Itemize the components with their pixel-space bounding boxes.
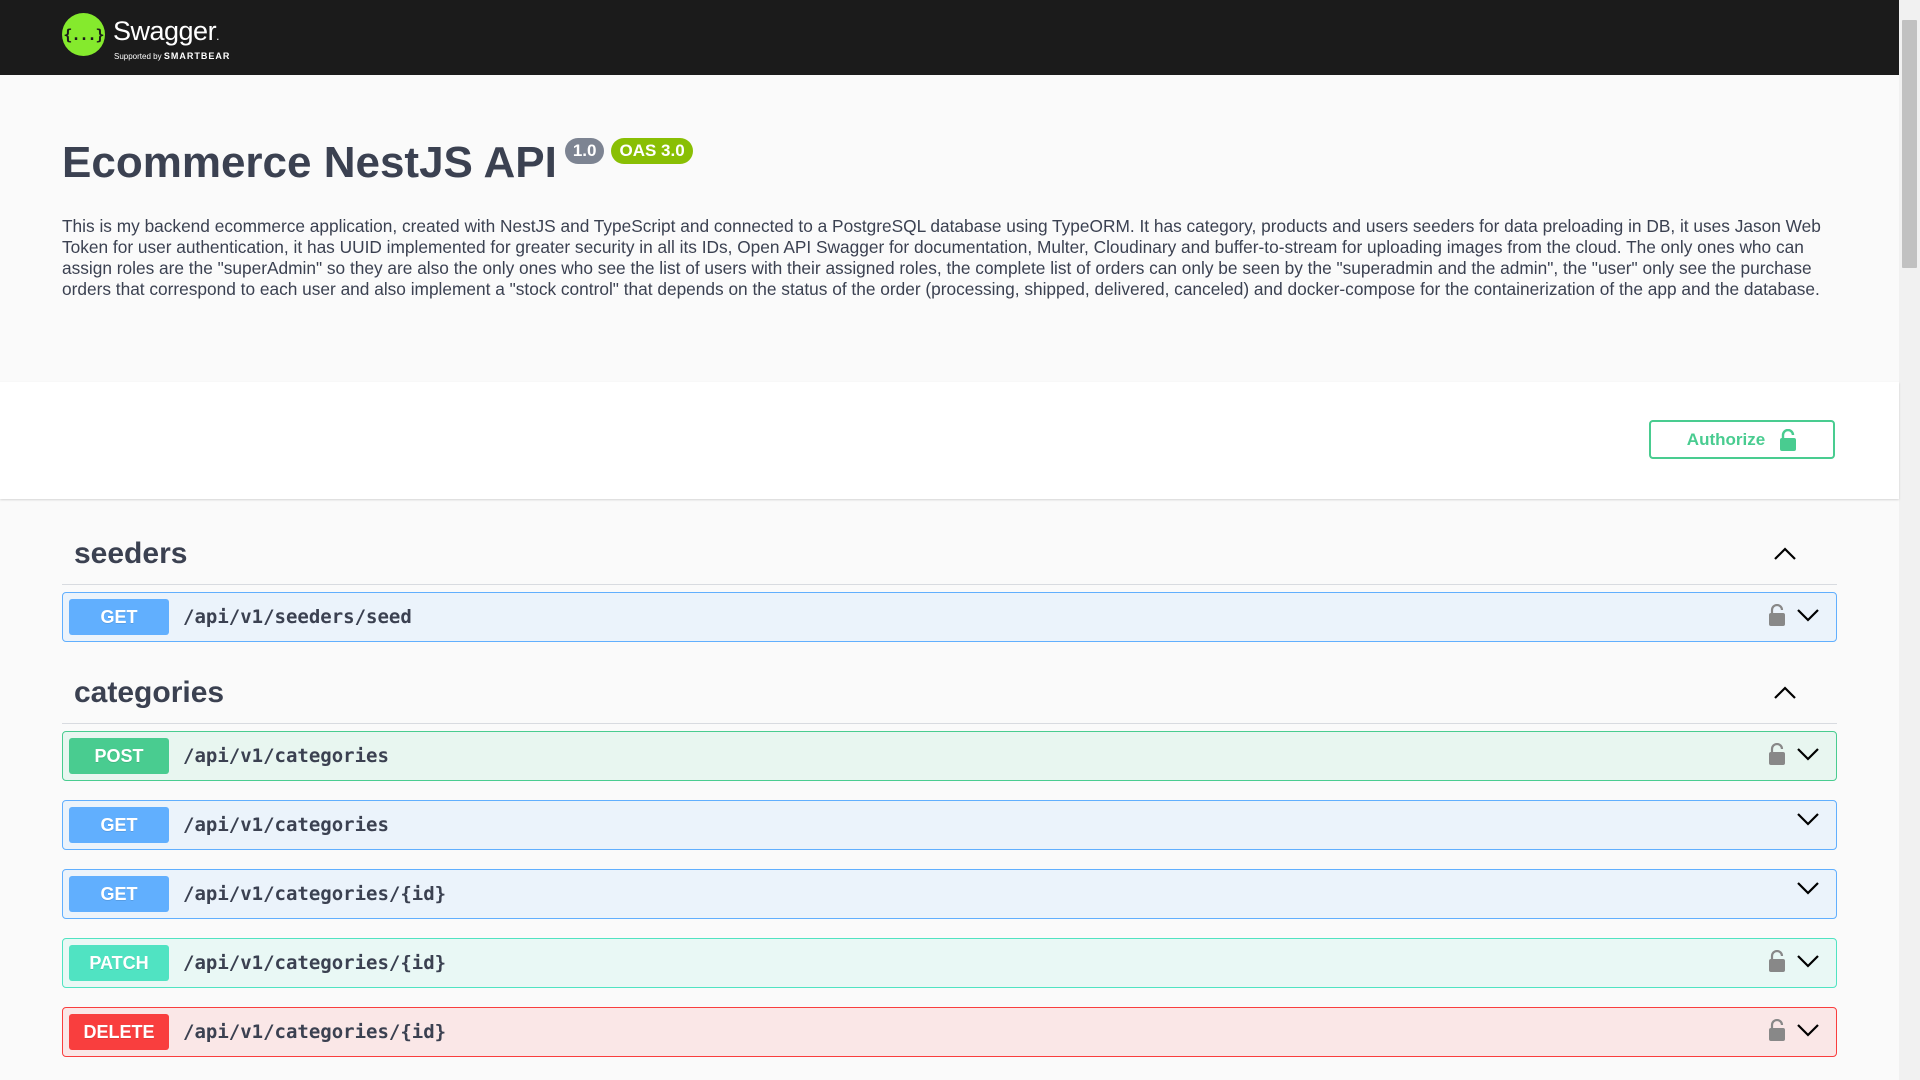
logo-sub: Supported by SMARTBEAR (114, 51, 231, 61)
tag-section-categories: categories (62, 663, 1837, 724)
method-badge: POST (69, 738, 169, 774)
method-badge: DELETE (69, 1014, 169, 1050)
lock-icon[interactable] (1768, 743, 1786, 765)
authorize-label: Authorize (1686, 429, 1766, 449)
operation-delete-category[interactable]: DELETE /api/v1/categories/{id} (62, 1007, 1837, 1057)
operation-get-seeders-seed[interactable]: GET /api/v1/seeders/seed (62, 592, 1837, 642)
lock-icon[interactable] (1768, 1019, 1786, 1041)
operation-post-categories[interactable]: POST /api/v1/categories (62, 731, 1837, 781)
operation-path: /api/v1/categories/{id} (183, 883, 447, 905)
operation-get-categories[interactable]: GET /api/v1/categories (62, 800, 1837, 850)
operation-path: /api/v1/seeders/seed (183, 606, 412, 628)
topbar: {...} Swagger. Supported by SMARTBEAR (0, 0, 1899, 75)
lock-icon[interactable] (1768, 950, 1786, 972)
scheme-container: Authorize (0, 382, 1899, 499)
operation-path: /api/v1/categories (183, 814, 389, 836)
method-badge: GET (69, 599, 169, 635)
page-scrollbar[interactable] (1899, 0, 1920, 1080)
logo-text: Swagger. Supported by SMARTBEAR (113, 13, 230, 63)
tag-header-categories[interactable]: categories (62, 663, 1837, 724)
tag-title: categories (74, 676, 225, 709)
tag-header-seeders[interactable]: seeders (62, 524, 1837, 585)
unlock-icon (1780, 428, 1797, 451)
swagger-logo-icon: {...} (62, 13, 105, 56)
api-description: This is my backend ecommerce application… (62, 216, 1821, 299)
tag-section-seeders: seeders (62, 524, 1837, 585)
chevron-up-icon[interactable] (1773, 686, 1797, 700)
authorize-button[interactable]: Authorize (1649, 420, 1835, 459)
api-info: Ecommerce NestJS API 1.0 OAS 3.0 This is… (62, 130, 1837, 300)
method-badge: GET (69, 807, 169, 843)
operation-patch-category[interactable]: PATCH /api/v1/categories/{id} (62, 938, 1837, 988)
operation-get-category-by-id[interactable]: GET /api/v1/categories/{id} (62, 869, 1837, 919)
chevron-down-icon[interactable] (1796, 812, 1820, 826)
swagger-logo[interactable]: {...} Swagger. Supported by SMARTBEAR (62, 13, 230, 61)
chevron-up-icon[interactable] (1773, 547, 1797, 561)
chevron-down-icon[interactable] (1796, 1023, 1820, 1037)
chevron-down-icon[interactable] (1796, 747, 1820, 761)
operation-path: /api/v1/categories (183, 745, 389, 767)
chevron-down-icon[interactable] (1796, 608, 1820, 622)
oas-badge: OAS 3.0 (611, 138, 693, 164)
logo-name: Swagger. (113, 16, 219, 46)
method-badge: PATCH (69, 945, 169, 981)
api-title: Ecommerce NestJS API (62, 138, 557, 187)
lock-icon[interactable] (1768, 604, 1786, 626)
method-badge: GET (69, 876, 169, 912)
chevron-down-icon[interactable] (1796, 954, 1820, 968)
operation-path: /api/v1/categories/{id} (183, 952, 447, 974)
version-badge: 1.0 (564, 138, 605, 164)
operation-path: /api/v1/categories/{id} (183, 1021, 447, 1043)
tag-title: seeders (74, 537, 188, 570)
scrollbar-thumb[interactable] (1902, 20, 1917, 268)
chevron-down-icon[interactable] (1796, 881, 1820, 895)
